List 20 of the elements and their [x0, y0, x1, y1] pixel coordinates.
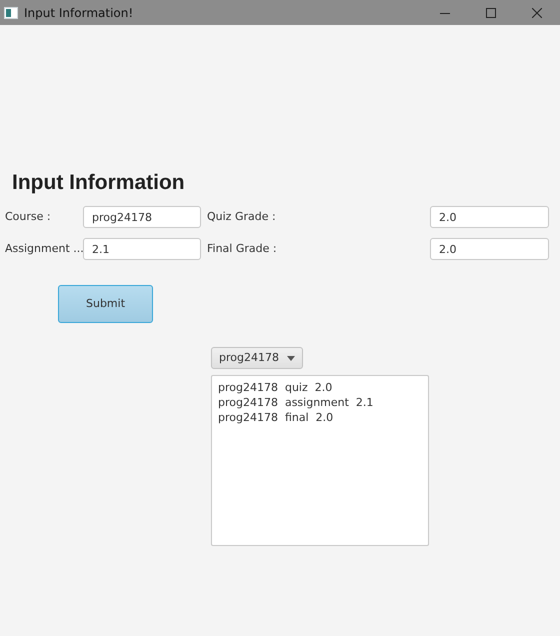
output-text-area[interactable]: prog24178 quiz 2.0 prog24178 assignment 2.1 prog24178 final 2.0	[211, 375, 429, 546]
close-icon	[532, 8, 542, 18]
field-label: Course :	[4, 208, 52, 225]
course-dropdown[interactable]: prog24178	[211, 347, 303, 369]
app-icon	[4, 6, 18, 18]
window-title: Input Information!	[24, 4, 134, 22]
output-line: prog24178 assignment 2.1	[218, 395, 374, 410]
field-label: Final Grade :	[207, 240, 278, 257]
output-line: prog24178 final 2.0	[218, 410, 334, 425]
submit-button[interactable]: Submit	[58, 285, 153, 323]
caret-icon	[286, 356, 295, 360]
page-heading: Input Information	[12, 170, 186, 196]
text-field[interactable]: 2.0	[430, 206, 549, 228]
text-field[interactable]: 2.0	[430, 238, 549, 260]
text-field[interactable]: 2.1	[83, 238, 201, 260]
field-label: Assignment ...	[4, 240, 83, 257]
field-label: Quiz Grade :	[207, 208, 277, 225]
text-field[interactable]: prog24178	[83, 206, 201, 228]
output-line: prog24178 quiz 2.0	[218, 380, 334, 395]
maximize-icon	[486, 8, 496, 18]
